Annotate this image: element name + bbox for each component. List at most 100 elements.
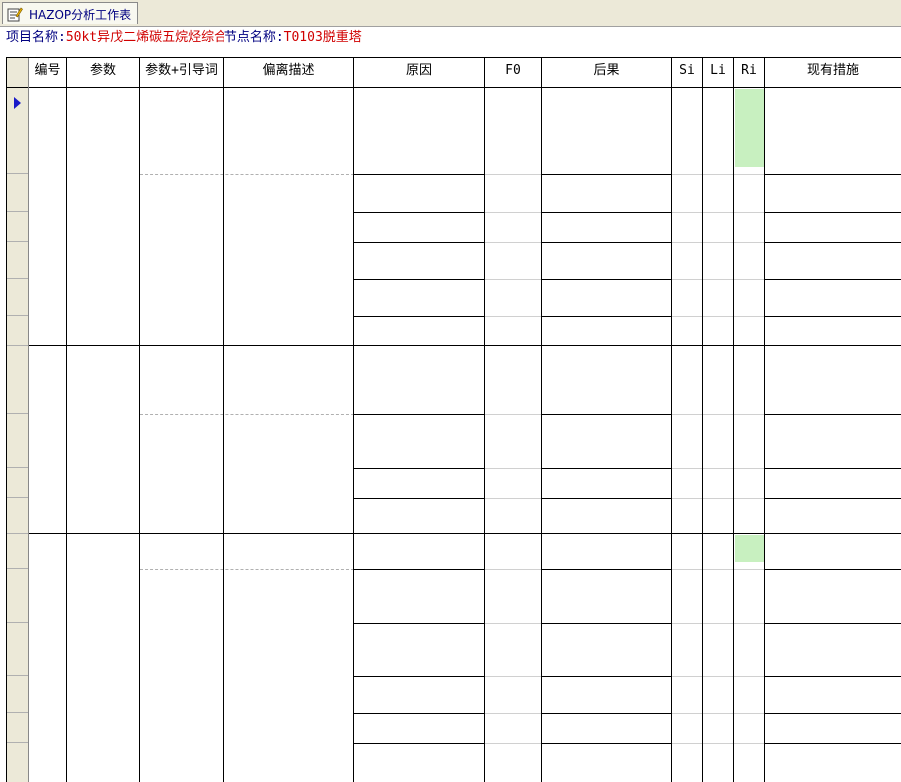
cell-consequence[interactable] <box>543 175 670 211</box>
cell-measure[interactable] <box>766 535 900 568</box>
header-col-si[interactable]: Si <box>672 58 703 88</box>
cell-id[interactable] <box>30 535 67 782</box>
cell-consequence[interactable] <box>543 317 670 345</box>
cell-cause[interactable] <box>355 499 483 533</box>
header-col-cause[interactable]: 原因 <box>354 58 485 88</box>
cell-cause[interactable] <box>355 347 483 413</box>
cell-ri[interactable] <box>735 347 765 414</box>
cell-cause[interactable] <box>355 570 483 622</box>
cell-measure[interactable] <box>766 243 900 278</box>
row-selector[interactable] <box>7 346 28 414</box>
row-selector[interactable] <box>7 88 28 174</box>
header-col-id[interactable]: 编号 <box>29 58 67 88</box>
cell-cause[interactable] <box>355 714 483 742</box>
cell-consequence[interactable] <box>543 469 670 497</box>
header-col-f0[interactable]: F0 <box>485 58 542 88</box>
cell-f0[interactable] <box>486 347 542 414</box>
cell-cause[interactable] <box>355 243 483 278</box>
tab-hazop-worksheet[interactable]: HAZOP分析工作表 <box>2 2 138 24</box>
cell-measure[interactable] <box>766 469 900 497</box>
cell-consequence[interactable] <box>543 89 670 173</box>
cell-measure[interactable] <box>766 89 900 173</box>
cell-measure[interactable] <box>766 317 900 345</box>
cell-si[interactable] <box>673 89 703 174</box>
header-col-li[interactable]: Li <box>703 58 734 88</box>
cell-consequence[interactable] <box>543 624 670 675</box>
row-selector[interactable] <box>7 212 28 242</box>
cell-cause[interactable] <box>355 280 483 315</box>
cell-si[interactable] <box>673 347 703 414</box>
row-selector[interactable] <box>7 569 28 623</box>
cell-id[interactable] <box>30 89 67 346</box>
cell-consequence[interactable] <box>543 744 670 782</box>
cell-cause[interactable] <box>355 535 483 568</box>
cell-cause[interactable] <box>355 624 483 675</box>
cell-measure[interactable] <box>766 347 900 413</box>
cell-measure[interactable] <box>766 624 900 675</box>
cell-desc[interactable] <box>225 89 354 346</box>
cell-cause[interactable] <box>355 317 483 345</box>
row-selector[interactable] <box>7 534 28 569</box>
cell-desc[interactable] <box>225 347 354 534</box>
cell-consequence[interactable] <box>543 714 670 742</box>
cell-param[interactable] <box>68 347 140 534</box>
cell-guide[interactable] <box>141 89 224 346</box>
cell-cause[interactable] <box>355 677 483 712</box>
cell-consequence[interactable] <box>543 677 670 712</box>
row-selector[interactable] <box>7 316 28 346</box>
cell-cause[interactable] <box>355 744 483 782</box>
row-selector[interactable] <box>7 713 28 743</box>
header-col-param[interactable]: 参数 <box>67 58 140 88</box>
cell-f0[interactable] <box>486 89 542 174</box>
cell-measure[interactable] <box>766 499 900 533</box>
cell-cause[interactable] <box>355 469 483 497</box>
row-selector[interactable] <box>7 468 28 498</box>
cell-li[interactable] <box>704 535 734 569</box>
select-all-corner[interactable] <box>7 58 29 88</box>
cell-desc[interactable] <box>225 535 354 782</box>
row-selector[interactable] <box>7 498 28 534</box>
cell-param[interactable] <box>68 535 140 782</box>
cell-guide[interactable] <box>141 347 224 534</box>
cell-cause[interactable] <box>355 175 483 211</box>
cell-ri[interactable] <box>735 535 765 562</box>
row-selector[interactable] <box>7 743 28 782</box>
row-selector[interactable] <box>7 174 28 212</box>
hazop-grid[interactable]: 编号 参数 参数+引导词 偏离描述 原因 F0 后果 Si Li Ri 现有措施 <box>6 57 901 782</box>
cell-cause[interactable] <box>355 415 483 467</box>
row-selector[interactable] <box>7 414 28 468</box>
cell-measure[interactable] <box>766 677 900 712</box>
cell-param[interactable] <box>68 89 140 346</box>
cell-consequence[interactable] <box>543 499 670 533</box>
row-selector[interactable] <box>7 676 28 713</box>
cell-measure[interactable] <box>766 213 900 241</box>
cell-cause[interactable] <box>355 213 483 241</box>
header-col-guide[interactable]: 参数+引导词 <box>140 58 224 88</box>
cell-measure[interactable] <box>766 570 900 622</box>
cell-measure[interactable] <box>766 280 900 315</box>
row-selector[interactable] <box>7 242 28 279</box>
cell-consequence[interactable] <box>543 213 670 241</box>
cell-consequence[interactable] <box>543 415 670 467</box>
cell-cause[interactable] <box>355 89 483 173</box>
cell-measure[interactable] <box>766 175 900 211</box>
cell-measure[interactable] <box>766 744 900 782</box>
header-col-consequence[interactable]: 后果 <box>542 58 672 88</box>
cell-consequence[interactable] <box>543 280 670 315</box>
cell-measure[interactable] <box>766 714 900 742</box>
header-col-ri[interactable]: Ri <box>734 58 765 88</box>
header-col-desc[interactable]: 偏离描述 <box>224 58 354 88</box>
cell-ri[interactable] <box>735 89 765 167</box>
cell-measure[interactable] <box>766 415 900 467</box>
cell-consequence[interactable] <box>543 570 670 622</box>
row-selector[interactable] <box>7 279 28 316</box>
cell-li[interactable] <box>704 89 734 174</box>
cell-si[interactable] <box>673 535 703 569</box>
cell-consequence[interactable] <box>543 243 670 278</box>
cell-f0[interactable] <box>486 535 542 569</box>
cell-id[interactable] <box>30 347 67 534</box>
cell-consequence[interactable] <box>543 347 670 413</box>
cell-consequence[interactable] <box>543 535 670 568</box>
cell-guide[interactable] <box>141 535 224 782</box>
header-col-measure[interactable]: 现有措施 <box>765 58 901 88</box>
